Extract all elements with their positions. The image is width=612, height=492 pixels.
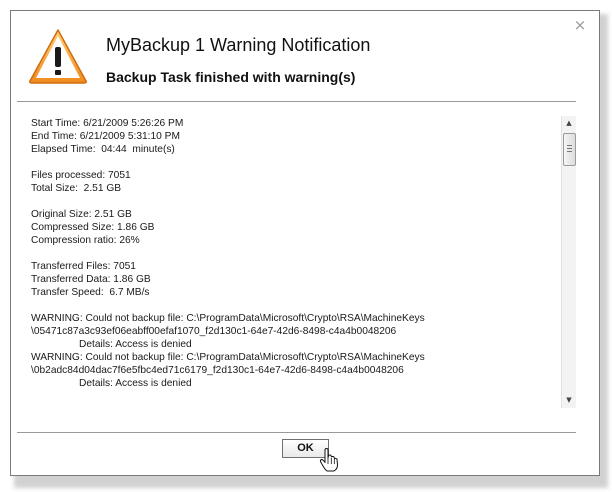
- dialog-subtitle: Backup Task finished with warning(s): [106, 69, 356, 85]
- thumb-grip: [567, 145, 572, 146]
- log-line: End Time: 6/21/2009 5:31:10 PM: [31, 131, 180, 142]
- log-line: Details: Access is denied: [79, 339, 192, 350]
- log-line: Compression ratio: 26%: [31, 235, 140, 246]
- log-line: Original Size: 2.51 GB: [31, 209, 132, 220]
- log-line: Details: Access is denied: [79, 378, 192, 389]
- log-line: WARNING: Could not backup file: C:\Progr…: [31, 313, 425, 324]
- scroll-down-icon[interactable]: ▼: [562, 393, 576, 408]
- log-line: Start Time: 6/21/2009 5:26:26 PM: [31, 118, 184, 129]
- footer-divider: [17, 432, 576, 433]
- log-line: Elapsed Time: 04:44 minute(s): [31, 144, 175, 155]
- log-line: \05471c87a3c93ef06eabff00efaf1070_f2d130…: [31, 326, 397, 337]
- log-blank-line: [31, 195, 556, 208]
- log-line: \0b2adc84d04dac7f6e5fbc4ed71c6179_f2d130…: [31, 365, 404, 376]
- header-divider: [17, 101, 576, 102]
- log-line: Transferred Files: 7051: [31, 261, 136, 272]
- thumb-grip: [567, 148, 572, 149]
- log-blank-line: [31, 299, 556, 312]
- log-line: Transfer Speed: 6.7 MB/s: [31, 287, 150, 298]
- log-blank-line: [31, 156, 556, 169]
- scroll-up-icon[interactable]: ▲: [562, 116, 576, 131]
- scroll-thumb[interactable]: [563, 133, 576, 166]
- warning-triangle-icon: [29, 29, 87, 84]
- log-line: Transferred Data: 1.86 GB: [31, 274, 151, 285]
- thumb-grip: [567, 151, 572, 152]
- log-text-area[interactable]: Start Time: 6/21/2009 5:26:26 PM End Time…: [31, 117, 556, 407]
- log-blank-line: [31, 247, 556, 260]
- vertical-scrollbar[interactable]: ▲ ▼: [561, 116, 576, 408]
- warning-dialog: × MyBackup 1 Warning Notification Backup…: [10, 10, 600, 476]
- log-line: WARNING: Could not backup file: C:\Progr…: [31, 352, 425, 363]
- hand-pointer-icon: [319, 448, 338, 472]
- log-line: Files processed: 7051: [31, 170, 131, 181]
- close-icon[interactable]: ×: [571, 16, 589, 34]
- dialog-title: MyBackup 1 Warning Notification: [106, 35, 371, 55]
- log-line: Total Size: 2.51 GB: [31, 183, 122, 194]
- log-line: Compressed Size: 1.86 GB: [31, 222, 155, 233]
